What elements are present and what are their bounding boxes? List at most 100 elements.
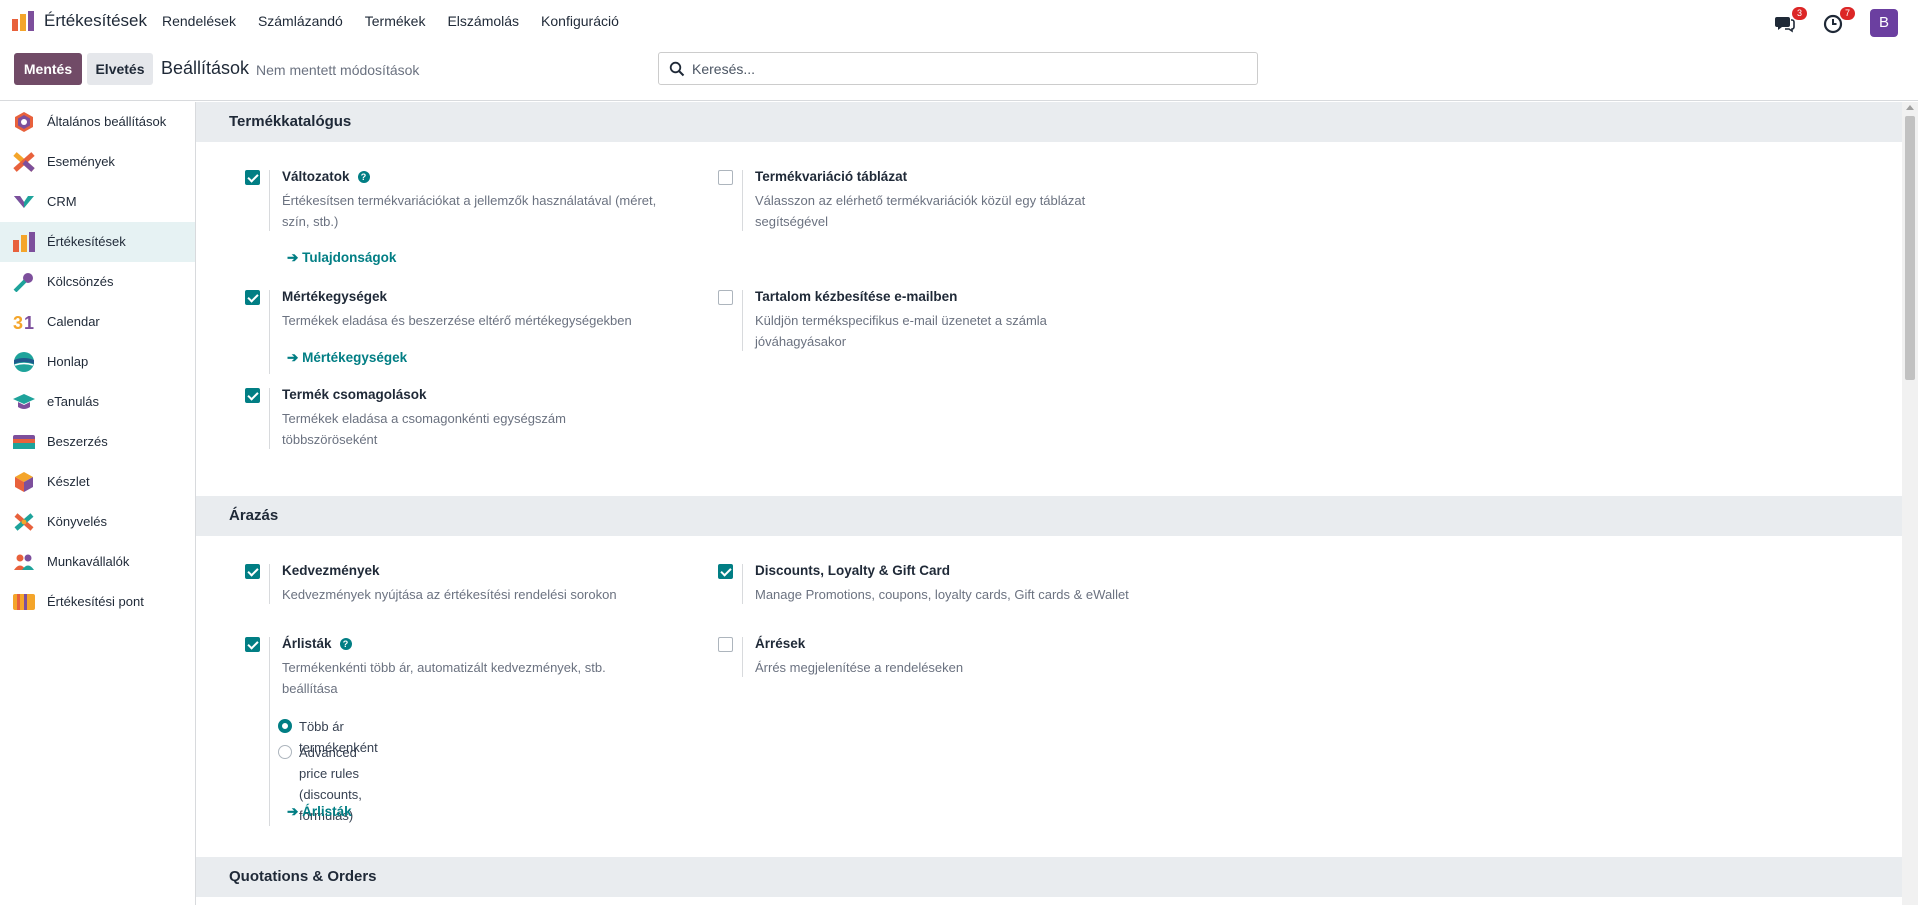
sidebar-item-label: Honlap [47, 354, 89, 369]
sidebar-item-inventory[interactable]: Készlet [0, 462, 195, 502]
menu-configuration[interactable]: Konfiguráció [541, 13, 619, 29]
menu-to-invoice[interactable]: Számlázandó [258, 13, 343, 29]
setting-title: Tartalom kézbesítése e-mailben [755, 289, 958, 304]
setting-title: Discounts, Loyalty & Gift Card [755, 563, 951, 578]
app-name[interactable]: Értékesítések [44, 11, 147, 31]
svg-text:1: 1 [24, 313, 34, 332]
sidebar-item-label: Események [47, 154, 115, 169]
sidebar-item-website[interactable]: Honlap [0, 342, 195, 382]
sidebar-item-label: Beszerzés [47, 434, 108, 449]
unsaved-changes-label: Nem mentett módosítások [256, 62, 420, 78]
radio-multiple-prices[interactable] [278, 719, 292, 733]
email-delivery-checkbox[interactable] [718, 290, 733, 305]
discard-button[interactable]: Elvetés [87, 53, 153, 85]
menu-products[interactable]: Termékek [365, 13, 426, 29]
save-button[interactable]: Mentés [14, 53, 82, 85]
setting-description: Manage Promotions, coupons, loyalty card… [755, 587, 1129, 602]
setting-title: Kedvezmények [282, 563, 380, 578]
setting-title: Változatok [282, 169, 350, 184]
events-icon [13, 152, 35, 172]
discounts-checkbox[interactable] [245, 564, 260, 579]
setting-description: szín, stb.) [282, 214, 339, 229]
link-label: Tulajdonságok [302, 250, 397, 265]
arrow-right-icon: ➔ [287, 250, 299, 265]
units-of-measure-link[interactable]: ➔ Mértékegységek [287, 350, 407, 366]
setting-description: Küldjön termékspecifikus e-mail üzenetet… [755, 313, 1047, 328]
search-input[interactable] [692, 57, 1242, 81]
sidebar-item-label: Kölcsönzés [47, 274, 114, 289]
attributes-link[interactable]: ➔ Tulajdonságok [287, 250, 396, 266]
top-navbar: Értékesítések Rendelések Számlázandó Ter… [0, 0, 1918, 44]
packaging-checkbox[interactable] [245, 388, 260, 403]
pricelists-link[interactable]: ➔ Árlisták [287, 804, 352, 820]
search-box [658, 52, 1258, 85]
section-title: Quotations & Orders [229, 868, 377, 885]
margins-checkbox[interactable] [718, 637, 733, 652]
divider [742, 170, 743, 231]
setting-title: Árrések [755, 636, 806, 651]
setting-description: jóváhagyásakor [755, 334, 847, 349]
sidebar-item-events[interactable]: Események [0, 142, 195, 182]
calendar-icon: 3 1 [13, 313, 34, 332]
setting-description: Árrés megjelenítése a rendeléseken [755, 660, 964, 675]
setting-title: Mértékegységek [282, 289, 388, 304]
point-of-sale-icon [13, 594, 35, 610]
setting-description: beállítása [282, 681, 338, 696]
crm-icon [14, 196, 34, 208]
user-avatar[interactable]: B [1870, 9, 1898, 37]
sidebar-item-crm[interactable]: CRM [0, 182, 195, 222]
section-header-quotations: Quotations & Orders [196, 857, 1902, 897]
setting-description: Termékenkénti több ár, automatizált kedv… [282, 660, 606, 675]
elearning-icon [13, 394, 35, 409]
setting-description: Válasszon az elérhető termékvariációk kö… [755, 193, 1086, 208]
divider [269, 170, 270, 231]
search-icon [669, 61, 685, 77]
settings-sidebar: Általános beállítások Események CRM Érté… [0, 102, 196, 905]
setting-description: Termékek eladása és beszerzése eltérő mé… [282, 313, 632, 328]
pricelists-checkbox[interactable] [245, 637, 260, 652]
sidebar-item-calendar[interactable]: 3 1 Calendar [0, 302, 195, 342]
sidebar-item-accounting[interactable]: Könyvelés [0, 502, 195, 542]
sidebar-item-purchase[interactable]: Beszerzés [0, 422, 195, 462]
svg-text:3: 3 [13, 313, 23, 332]
scroll-up-arrow[interactable] [1906, 105, 1914, 110]
setting-description: segítségével [755, 214, 828, 229]
divider [742, 637, 743, 677]
radio-advanced-rules[interactable] [278, 745, 292, 759]
section-title: Termékkatalógus [229, 113, 352, 130]
sidebar-item-point-of-sale[interactable]: Értékesítési pont [0, 582, 195, 622]
setting-title: Árlisták [282, 636, 332, 651]
page-title: Beállítások [161, 58, 250, 78]
activities-button[interactable]: 7 [1822, 7, 1855, 34]
content-scrollbar[interactable] [1902, 102, 1918, 905]
sidebar-item-elearning[interactable]: eTanulás [0, 382, 195, 422]
uom-checkbox[interactable] [245, 290, 260, 305]
website-icon [14, 352, 34, 372]
help-icon[interactable]: ? [339, 638, 352, 650]
settings-content: Termékkatalógus Változatok? Értékesítsen… [196, 102, 1902, 905]
sidebar-item-label: Értékesítési pont [47, 594, 144, 609]
section-header-pricing: Árazás [196, 496, 1902, 536]
menu-orders[interactable]: Rendelések [162, 13, 236, 29]
sidebar-item-label: Általános beállítások [47, 114, 167, 129]
sidebar-item-label: Készlet [47, 474, 90, 489]
menu-reporting[interactable]: Elszámolás [447, 13, 519, 29]
variant-grid-checkbox[interactable] [718, 170, 733, 185]
divider [742, 564, 743, 604]
variants-checkbox[interactable] [245, 170, 260, 185]
sidebar-item-sales[interactable]: Értékesítések [0, 222, 195, 262]
divider [269, 388, 270, 449]
scroll-thumb[interactable] [1905, 116, 1915, 380]
accounting-icon [14, 513, 34, 531]
sales-icon [13, 232, 35, 252]
help-icon[interactable]: ? [357, 171, 370, 183]
sidebar-item-rental[interactable]: Kölcsönzés [0, 262, 195, 302]
arrow-right-icon: ➔ [287, 804, 299, 819]
messages-button[interactable]: 3 [1774, 7, 1807, 34]
sidebar-item-general-settings[interactable]: Általános beállítások [0, 102, 195, 142]
sidebar-item-employees[interactable]: Munkavállalók [0, 542, 195, 582]
loyalty-checkbox[interactable] [718, 564, 733, 579]
setting-title: Termék csomagolások [282, 387, 427, 402]
sales-app-icon[interactable] [12, 11, 34, 31]
messages-badge: 3 [1792, 7, 1807, 20]
